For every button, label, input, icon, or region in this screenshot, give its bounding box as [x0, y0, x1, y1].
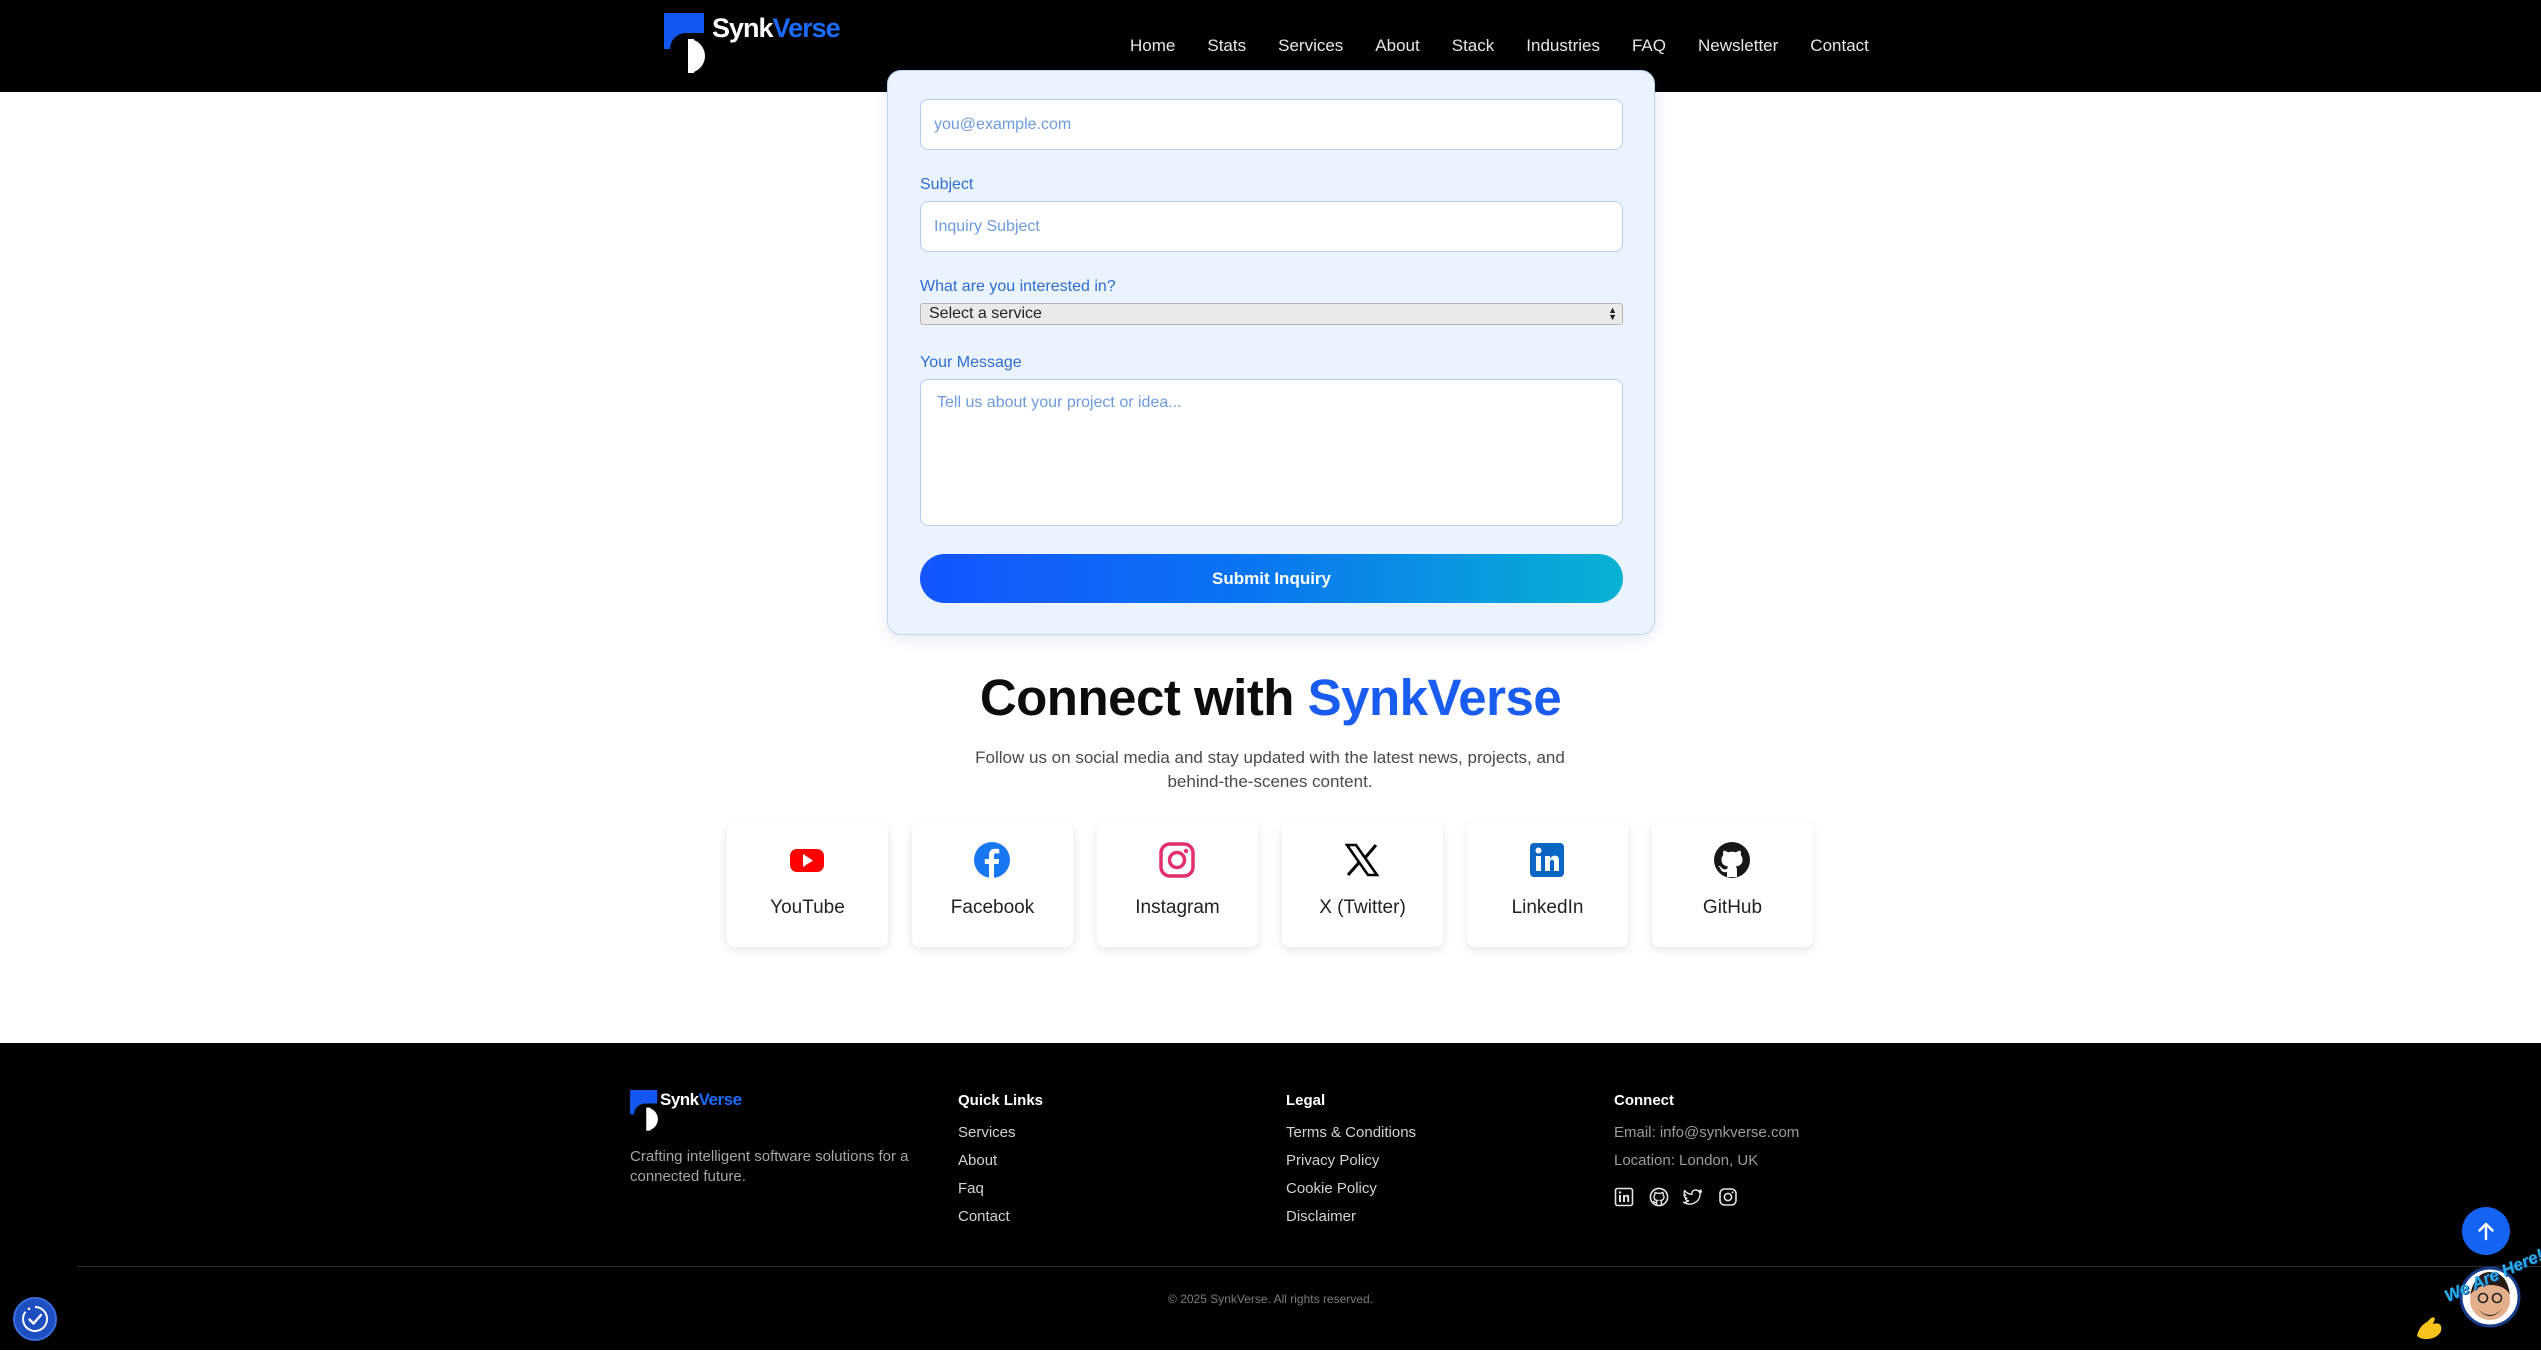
contact-form-card: you@example.com Subject Inquiry Subject … — [887, 70, 1655, 635]
instagram-icon[interactable] — [1718, 1187, 1738, 1207]
chat-widget[interactable]: We Are Here! — [2415, 1240, 2541, 1350]
nav-link-services[interactable]: Services — [1278, 36, 1343, 56]
logo-mark-icon — [630, 1090, 658, 1131]
accessibility-button[interactable] — [13, 1297, 57, 1341]
social-cards: YouTube Facebook Instagram X (Twitter) L… — [727, 822, 1813, 947]
service-select-value: Select a service — [929, 305, 1042, 322]
nav-link-industries[interactable]: Industries — [1526, 36, 1600, 56]
social-card-facebook[interactable]: Facebook — [912, 822, 1073, 947]
footer-copyright: © 2025 SynkVerse. All rights reserved. — [1168, 1292, 1373, 1306]
nav-link-home[interactable]: Home — [1130, 36, 1175, 56]
arrow-up-icon — [2478, 1222, 2494, 1241]
connect-subtitle: Follow us on social media and stay updat… — [975, 748, 1565, 791]
nav-link-stats[interactable]: Stats — [1207, 36, 1246, 56]
social-card-youtube[interactable]: YouTube — [727, 822, 888, 947]
social-label: X (Twitter) — [1319, 897, 1406, 918]
nav-link-newsletter[interactable]: Newsletter — [1698, 36, 1778, 56]
footer-link-faq[interactable]: Faq — [958, 1180, 984, 1197]
social-card-instagram[interactable]: Instagram — [1097, 822, 1258, 947]
nav-link-contact[interactable]: Contact — [1810, 36, 1869, 56]
github-icon[interactable] — [1649, 1187, 1669, 1207]
youtube-icon — [790, 849, 824, 872]
footer-email: Email: info@synkverse.com — [1614, 1124, 1800, 1141]
footer-quick-links-heading: Quick Links — [958, 1092, 1044, 1109]
brand-wordmark: SynkVerse — [712, 13, 841, 43]
submit-inquiry-button[interactable]: Submit Inquiry — [920, 554, 1623, 603]
footer-location: Location: London, UK — [1614, 1152, 1759, 1169]
brand-logo[interactable]: SynkVerse — [664, 13, 841, 75]
twitter-icon[interactable] — [1683, 1187, 1703, 1207]
interest-label: What are you interested in? — [920, 278, 1116, 295]
social-label: LinkedIn — [1511, 897, 1584, 918]
social-label: Instagram — [1135, 897, 1220, 918]
linkedin-icon — [1530, 843, 1564, 877]
message-label: Your Message — [920, 354, 1022, 371]
github-icon — [1714, 842, 1750, 878]
service-select[interactable]: Select a service ▲ ▼ — [920, 303, 1623, 325]
footer-link-disclaimer[interactable]: Disclaimer — [1286, 1208, 1356, 1225]
footer-link-privacy[interactable]: Privacy Policy — [1286, 1152, 1379, 1169]
select-arrows-icon: ▲ ▼ — [1608, 305, 1617, 322]
connect-heading: Connect with SynkVerse — [979, 669, 1562, 726]
nav-link-faq[interactable]: FAQ — [1632, 36, 1666, 56]
subject-label: Subject — [920, 176, 974, 193]
social-label: Facebook — [950, 897, 1035, 918]
footer-link-about[interactable]: About — [958, 1152, 997, 1169]
footer-wordmark: SynkVerse — [660, 1090, 742, 1109]
social-card-linkedin[interactable]: LinkedIn — [1467, 822, 1628, 947]
nav-link-about[interactable]: About — [1375, 36, 1419, 56]
nav-link-stack[interactable]: Stack — [1452, 36, 1495, 56]
social-card-github[interactable]: GitHub — [1652, 822, 1813, 947]
instagram-icon — [1159, 842, 1195, 878]
accessibility-icon — [22, 1306, 49, 1332]
linkedin-icon[interactable] — [1614, 1187, 1634, 1207]
footer-divider — [77, 1266, 2541, 1267]
footer-link-contact[interactable]: Contact — [958, 1208, 1010, 1225]
facebook-icon — [974, 842, 1010, 878]
logo-mark-icon — [664, 13, 705, 73]
footer-logo[interactable]: SynkVerse — [630, 1090, 742, 1132]
message-textarea[interactable]: Tell us about your project or idea... — [920, 379, 1623, 526]
footer-legal-heading: Legal — [1286, 1092, 1326, 1109]
footer-link-cookie[interactable]: Cookie Policy — [1286, 1180, 1377, 1197]
social-card-x[interactable]: X (Twitter) — [1282, 822, 1443, 947]
footer-link-terms[interactable]: Terms & Conditions — [1286, 1124, 1416, 1141]
email-field[interactable]: you@example.com — [920, 99, 1623, 150]
social-label: YouTube — [770, 897, 845, 918]
subject-field[interactable]: Inquiry Subject — [920, 201, 1623, 252]
footer-link-services[interactable]: Services — [958, 1124, 1016, 1141]
social-label: GitHub — [1702, 897, 1763, 918]
footer-tagline: Crafting intelligent software solutions … — [630, 1148, 909, 1185]
footer-connect-heading: Connect — [1614, 1092, 1674, 1109]
x-icon — [1344, 843, 1380, 877]
